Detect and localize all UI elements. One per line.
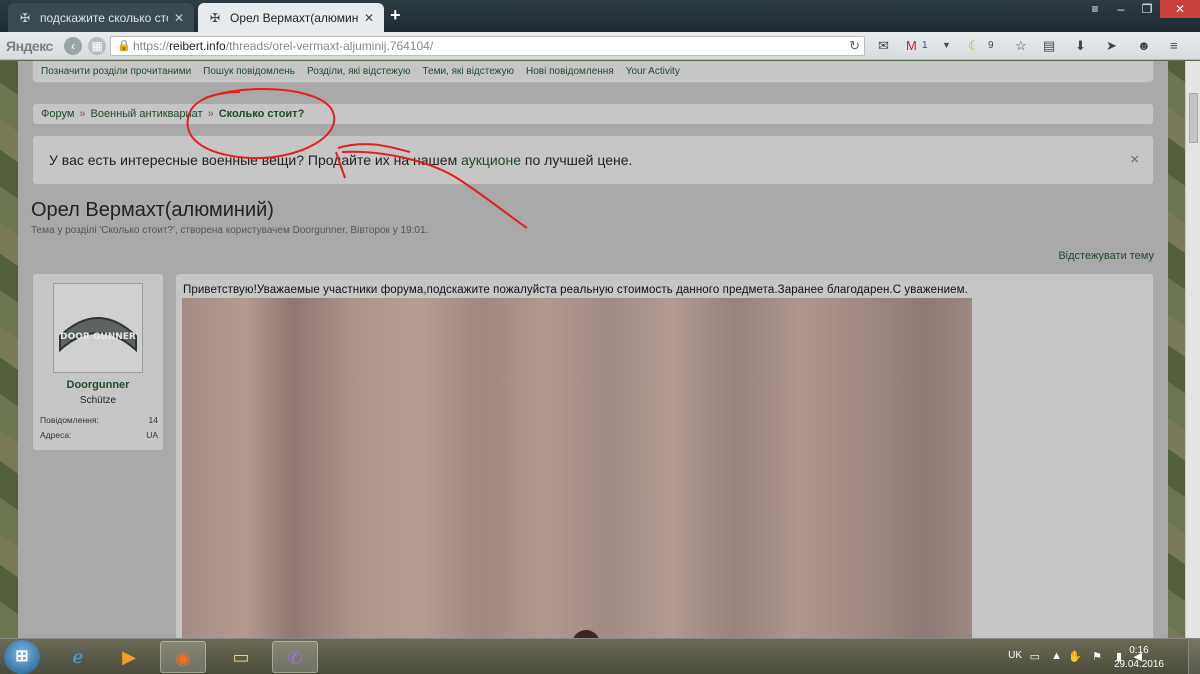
tray-flag-icon[interactable]: ⚑: [1092, 650, 1102, 663]
subnav-new-posts[interactable]: Нові повідомлення: [526, 66, 614, 77]
forum-content: Позначити розділи прочитаними Пошук пові…: [18, 61, 1168, 644]
subnav-watched-forums[interactable]: Розділи, які відстежую: [307, 66, 410, 77]
windows-taskbar: ⊞ ℯ ▶ ◉ ▭ ✆ UK ▭ ▲ ✋ ⚑ ▮ ◀ 0:16 29.04.20…: [0, 638, 1200, 674]
lock-icon: 🔒: [117, 40, 131, 52]
browser-tab-1[interactable]: ✠ подскажите сколько стои… ✕: [8, 3, 194, 32]
auction-link[interactable]: аукционе: [461, 152, 521, 168]
firefox-icon[interactable]: ◉: [160, 641, 206, 673]
clock-date: 29.04.2016: [1113, 659, 1164, 670]
breadcrumb-forum[interactable]: Форум: [41, 108, 74, 120]
browser-tabbar: ✠ подскажите сколько стои… ✕ ✠ Орел Верм…: [0, 0, 1200, 32]
close-window-button[interactable]: ✕: [1160, 0, 1200, 18]
page-background: Позначити розділи прочитаними Пошук пові…: [0, 61, 1200, 644]
user-info-panel: DOOR GUNNER Doorgunner Schütze Повідомле…: [32, 273, 164, 451]
breadcrumb-military-antiques[interactable]: Военный антиквариат: [91, 108, 203, 120]
notes-icon[interactable]: ▤: [1043, 38, 1055, 54]
bookmark-star-icon[interactable]: ☆: [1015, 38, 1027, 54]
site-favicon-icon: ✠: [209, 10, 221, 25]
minimize-button[interactable]: –: [1108, 0, 1134, 18]
download-icon[interactable]: ⬇: [1075, 38, 1086, 54]
mail-count: 1: [922, 40, 928, 51]
stat-posts-value[interactable]: 14: [149, 415, 158, 425]
close-tab-icon[interactable]: ✕: [364, 11, 374, 25]
subnav-watched-threads[interactable]: Теми, які відстежую: [422, 66, 514, 77]
new-tab-button[interactable]: +: [390, 5, 401, 26]
back-button[interactable]: ‹: [64, 37, 82, 55]
chat-icon[interactable]: ☻: [1137, 38, 1151, 53]
clock-time: 0:16: [1129, 645, 1149, 656]
site-favicon-icon: ✠: [19, 10, 31, 25]
chevron-down-icon[interactable]: ▼: [942, 40, 951, 50]
stat-posts: Повідомлення: 14: [40, 415, 158, 425]
tray-arrow-icon[interactable]: ▲: [1051, 650, 1062, 662]
breadcrumb-separator: »: [79, 108, 86, 120]
notice-text-after: по лучшей цене.: [521, 152, 633, 168]
auction-notice: У вас есть интересные военные вещи? Прод…: [32, 135, 1154, 185]
post-text: Приветствую!Уважаемые участники форума,п…: [183, 284, 968, 296]
mail-icon[interactable]: ✉: [878, 38, 889, 54]
menu-icon[interactable]: ≡: [1082, 0, 1108, 18]
breadcrumb-current[interactable]: Сколько стоит?: [219, 108, 305, 120]
page-scrollbar[interactable]: [1185, 61, 1200, 638]
post-body: Приветствую!Уважаемые участники форума,п…: [175, 273, 1154, 644]
door-gunner-patch: DOOR GUNNER: [59, 317, 137, 353]
browser-brand[interactable]: Яндекс: [6, 38, 53, 54]
url-path: /threads/orel-vermaxt-aljuminij.764104/: [225, 39, 434, 53]
clock[interactable]: 0:16 29.04.2016: [1114, 644, 1164, 672]
address-bar[interactable]: 🔒 https://reibert.info/threads/orel-verm…: [110, 36, 865, 56]
stat-location-label: Адреса:: [40, 430, 72, 440]
tab-title: Орел Вермахт(алюминий…: [230, 10, 358, 25]
user-rank: Schütze: [79, 395, 117, 406]
tableau-icon[interactable]: ▦: [88, 37, 106, 55]
avatar-patch-text: DOOR GUNNER: [60, 332, 136, 342]
browser-tab-2[interactable]: ✠ Орел Вермахт(алюминий… ✕: [198, 3, 384, 32]
show-desktop-button[interactable]: [1188, 639, 1200, 674]
close-tab-icon[interactable]: ✕: [174, 11, 184, 25]
stat-location-value: UA: [146, 430, 158, 440]
weather-icon[interactable]: ☾: [968, 38, 980, 54]
start-button[interactable]: ⊞: [4, 640, 40, 674]
notice-close-icon[interactable]: ×: [1130, 151, 1139, 168]
subnav-search-posts[interactable]: Пошук повідомлень: [203, 66, 295, 77]
send-icon[interactable]: ➤: [1106, 38, 1117, 54]
language-indicator[interactable]: UK: [1008, 650, 1022, 661]
viber-icon[interactable]: ✆: [272, 641, 318, 673]
windows-logo-icon: ⊞: [15, 648, 29, 665]
window-controls: ≡ – ❐ ✕: [1082, 0, 1200, 18]
url-host: reibert.info: [169, 39, 226, 53]
username[interactable]: Doorgunner: [33, 379, 163, 391]
forum-subnav: Позначити розділи прочитаними Пошук пові…: [32, 61, 1154, 83]
avatar[interactable]: DOOR GUNNER: [53, 283, 143, 373]
weather-count: 9: [988, 40, 994, 51]
browser-toolbar: Яндекс ‹ ▦ 🔒 https://reibert.info/thread…: [0, 32, 1200, 60]
notice-text-before: У вас есть интересные военные вещи? Прод…: [49, 152, 462, 168]
subnav-mark-read[interactable]: Позначити розділи прочитаними: [41, 66, 191, 77]
page-title: Орел Вермахт(алюминий): [31, 199, 274, 221]
tray-network-icon[interactable]: ▭: [1030, 650, 1040, 663]
scrollbar-thumb[interactable]: [1189, 93, 1198, 143]
reload-icon[interactable]: ↻: [849, 37, 860, 55]
media-player-icon[interactable]: ▶: [106, 641, 152, 673]
stat-posts-label: Повідомлення:: [40, 415, 99, 425]
subnav-your-activity[interactable]: Your Activity: [626, 66, 680, 77]
breadcrumb: Форум » Военный антиквариат » Сколько ст…: [32, 103, 1154, 125]
gmail-icon[interactable]: M: [906, 38, 917, 53]
post-photo[interactable]: [182, 298, 972, 644]
watch-thread-link[interactable]: Відстежувати тему: [1058, 250, 1154, 262]
menu-lines-icon[interactable]: ≡: [1170, 38, 1178, 53]
file-explorer-icon[interactable]: ▭: [218, 641, 264, 673]
thread-meta: Тема у розділі 'Сколько стоит?', створен…: [31, 225, 429, 236]
tab-title: подскажите сколько стои…: [40, 10, 168, 25]
internet-explorer-icon[interactable]: ℯ: [55, 641, 101, 673]
tray-app-icon[interactable]: ✋: [1068, 650, 1082, 663]
breadcrumb-separator: »: [207, 108, 214, 120]
stat-location: Адреса: UA: [40, 430, 158, 440]
maximize-button[interactable]: ❐: [1134, 0, 1160, 18]
url-prefix: https://: [133, 39, 170, 53]
